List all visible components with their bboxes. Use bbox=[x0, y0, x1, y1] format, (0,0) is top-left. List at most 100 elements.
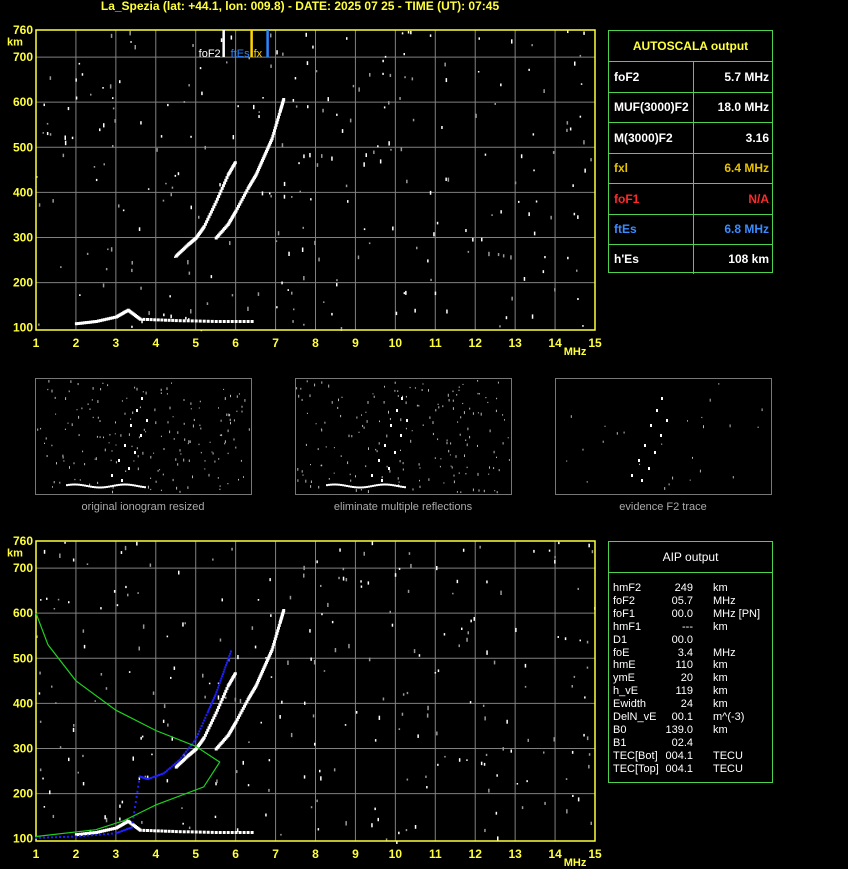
trace-point bbox=[126, 483, 128, 486]
noise-speck bbox=[456, 491, 458, 493]
noise-speck bbox=[470, 619, 472, 623]
noise-speck bbox=[718, 383, 720, 385]
noise-speck bbox=[277, 231, 280, 236]
noise-speck bbox=[150, 488, 152, 491]
noise-speck bbox=[75, 96, 78, 100]
trace-point bbox=[134, 801, 137, 803]
trace-point bbox=[661, 397, 663, 400]
noise-speck bbox=[231, 547, 233, 551]
trace-point bbox=[70, 835, 73, 838]
noise-speck bbox=[64, 428, 66, 430]
noise-speck bbox=[124, 545, 127, 551]
noise-speck bbox=[558, 541, 560, 545]
noise-speck bbox=[307, 105, 309, 109]
noise-speck bbox=[524, 685, 527, 688]
noise-speck bbox=[142, 451, 144, 455]
noise-speck bbox=[314, 240, 316, 246]
trace-point bbox=[270, 648, 274, 652]
trace-point bbox=[272, 642, 276, 646]
noise-speck bbox=[189, 440, 191, 444]
trace-point bbox=[227, 657, 230, 660]
noise-speck bbox=[177, 431, 179, 434]
trace-point bbox=[223, 692, 227, 696]
noise-speck bbox=[732, 476, 734, 479]
noise-speck bbox=[384, 55, 387, 58]
trace-point bbox=[153, 829, 157, 833]
trace-point bbox=[270, 137, 274, 141]
noise-speck bbox=[262, 97, 264, 99]
noise-speck bbox=[456, 579, 459, 584]
trace-point bbox=[68, 483, 70, 486]
noise-speck bbox=[317, 828, 320, 831]
noise-speck bbox=[111, 450, 113, 452]
noise-speck bbox=[42, 777, 44, 780]
x-tick-label: 11 bbox=[429, 847, 442, 861]
trace-point bbox=[213, 697, 216, 699]
noise-speck bbox=[355, 489, 357, 492]
divider bbox=[693, 244, 694, 275]
x-tick-label: 10 bbox=[389, 847, 403, 861]
noise-speck bbox=[227, 452, 229, 455]
aip-row: foE 3.4 MHz bbox=[613, 647, 773, 660]
noise-speck bbox=[482, 704, 485, 707]
noise-speck bbox=[516, 783, 519, 785]
noise-speck bbox=[151, 753, 153, 756]
trace-point bbox=[388, 483, 390, 486]
noise-speck bbox=[132, 411, 134, 414]
aip-param-unit: MHz bbox=[713, 646, 736, 659]
noise-speck bbox=[64, 135, 66, 140]
noise-speck bbox=[236, 395, 238, 398]
noise-speck bbox=[382, 697, 385, 701]
trace-point bbox=[120, 483, 122, 486]
noise-speck bbox=[369, 73, 371, 77]
noise-speck bbox=[602, 440, 604, 443]
trace-point bbox=[90, 834, 93, 837]
noise-speck bbox=[310, 464, 311, 466]
noise-speck bbox=[218, 458, 220, 460]
noise-speck bbox=[371, 823, 373, 828]
trace-point bbox=[214, 693, 217, 696]
noise-speck bbox=[533, 169, 535, 172]
trace-point bbox=[209, 706, 212, 708]
noise-speck bbox=[54, 396, 56, 399]
noise-speck bbox=[448, 449, 450, 453]
noise-speck bbox=[452, 407, 454, 410]
noise-speck bbox=[306, 61, 309, 66]
thumbnail-caption: eliminate multiple reflections bbox=[333, 501, 473, 513]
noise-speck bbox=[489, 429, 491, 433]
noise-speck bbox=[349, 118, 352, 123]
noise-speck bbox=[321, 381, 323, 384]
noise-speck bbox=[321, 613, 323, 616]
trace-point bbox=[242, 320, 246, 323]
noise-speck bbox=[295, 105, 298, 108]
noise-speck bbox=[315, 70, 318, 73]
noise-speck bbox=[188, 440, 190, 443]
noise-speck bbox=[43, 806, 46, 808]
noise-speck bbox=[241, 405, 243, 408]
noise-speck bbox=[230, 421, 231, 425]
noise-speck bbox=[312, 714, 315, 718]
noise-speck bbox=[761, 408, 763, 412]
noise-speck bbox=[535, 200, 538, 203]
aip-row: Ewidth 24 km bbox=[613, 698, 773, 711]
trace-point bbox=[197, 733, 200, 736]
noise-speck bbox=[421, 389, 423, 391]
noise-speck bbox=[280, 833, 282, 836]
trace-point bbox=[644, 444, 646, 447]
noise-speck bbox=[115, 461, 117, 464]
noise-speck bbox=[38, 203, 41, 207]
noise-speck bbox=[504, 419, 505, 421]
trace-point bbox=[334, 483, 336, 486]
trace-point bbox=[386, 483, 388, 486]
noise-speck bbox=[579, 639, 581, 642]
noise-speck bbox=[462, 548, 465, 552]
trace-point bbox=[130, 826, 133, 829]
trace-point bbox=[149, 829, 153, 833]
noise-speck bbox=[447, 177, 450, 182]
noise-speck bbox=[93, 166, 96, 168]
noise-speck bbox=[365, 153, 367, 158]
trace-point bbox=[218, 831, 222, 834]
noise-speck bbox=[557, 636, 559, 638]
aip-param-unit: MHz bbox=[713, 594, 736, 607]
noise-speck bbox=[244, 399, 246, 402]
